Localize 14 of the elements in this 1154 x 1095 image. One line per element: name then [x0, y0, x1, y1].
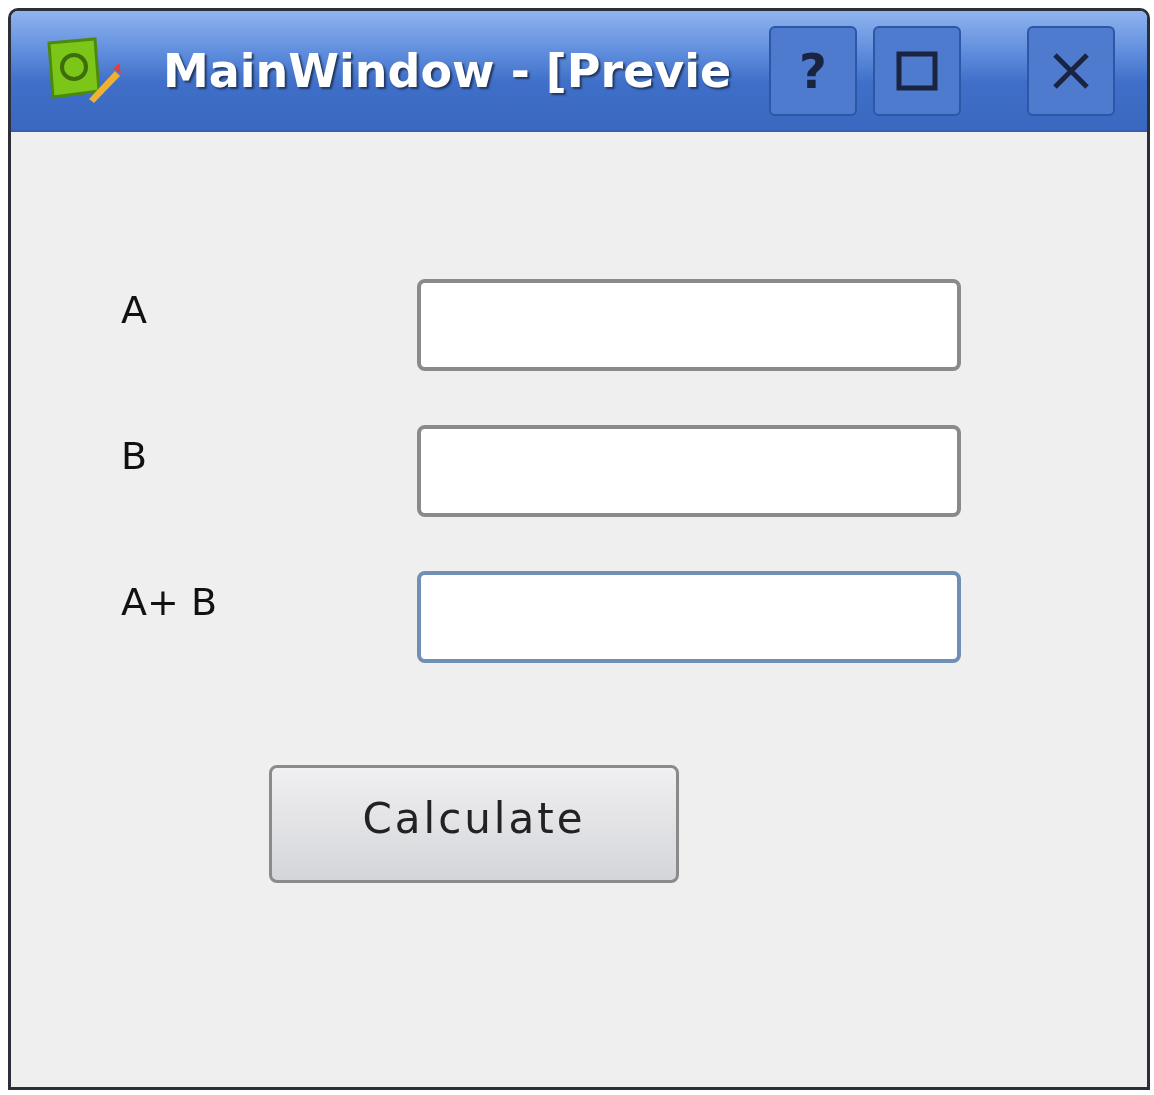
input-field[interactable]: [417, 571, 961, 663]
app-icon: [45, 36, 121, 105]
field-label: A: [121, 288, 148, 332]
close-icon: [1051, 50, 1091, 91]
calculate-button[interactable]: Calculate: [269, 765, 679, 883]
close-button[interactable]: [1027, 25, 1115, 116]
maximize-button[interactable]: [873, 25, 961, 116]
help-button[interactable]: ?: [769, 25, 857, 116]
input-field[interactable]: [417, 279, 961, 371]
input-field[interactable]: [417, 425, 961, 517]
field-label: A+ B: [121, 580, 218, 624]
window-title: MainWindow - [Previe: [163, 43, 733, 98]
field-label: B: [121, 434, 149, 478]
maximize-icon: [896, 50, 938, 91]
